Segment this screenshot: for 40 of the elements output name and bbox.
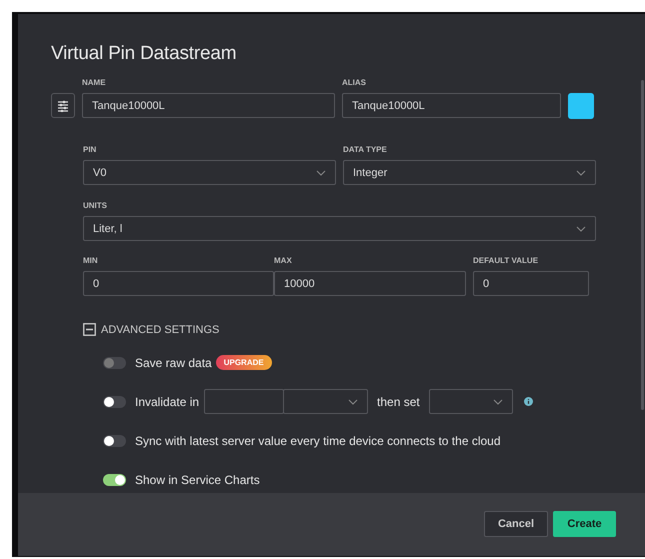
option-label: then set xyxy=(377,394,420,408)
cancel-button[interactable]: Cancel xyxy=(484,510,548,536)
toggle-switch[interactable] xyxy=(103,434,126,446)
input-field[interactable] xyxy=(204,389,284,414)
dropdown[interactable]: V0 xyxy=(83,160,336,185)
field-label: MIN xyxy=(83,256,99,265)
dropdown[interactable]: Liter, l xyxy=(83,216,596,241)
chevron-down-icon xyxy=(492,398,503,404)
settings-button[interactable] xyxy=(51,93,75,118)
field-label: PIN xyxy=(83,145,98,154)
input-field[interactable]: 0 xyxy=(83,271,274,296)
field-label: DATA TYPE xyxy=(343,145,388,154)
dialog-title: Virtual Pin Datastream xyxy=(51,44,238,64)
field-label: MAX xyxy=(274,256,293,265)
input-field[interactable]: 0 xyxy=(473,271,589,296)
scrollbar[interactable] xyxy=(641,80,644,410)
info-icon[interactable] xyxy=(524,397,533,406)
color-swatch[interactable] xyxy=(568,93,594,119)
section-label: ADVANCED SETTINGS xyxy=(101,324,220,336)
toggle-switch[interactable] xyxy=(103,474,126,486)
option-label: Show in Service Charts xyxy=(135,472,260,486)
option-label: Invalidate in xyxy=(135,394,200,408)
chevron-down-icon xyxy=(316,170,326,176)
chevron-down-icon xyxy=(348,398,358,404)
field-label: DEFAULT VALUE xyxy=(473,256,540,265)
collapse-icon[interactable] xyxy=(83,323,96,336)
chevron-down-icon xyxy=(576,226,586,232)
input-field[interactable]: Tanque10000L xyxy=(82,93,335,118)
field-label: ALIAS xyxy=(342,78,367,87)
create-button[interactable]: Create xyxy=(553,510,616,536)
chevron-down-icon xyxy=(576,170,586,176)
sliders-icon xyxy=(57,100,69,112)
input-field[interactable]: Tanque10000L xyxy=(342,93,561,118)
dropdown[interactable]: Integer xyxy=(343,160,596,185)
option-label: Save raw data xyxy=(135,356,212,370)
field-label: NAME xyxy=(82,78,107,87)
option-label: Sync with latest server value every time device connects to the cloud xyxy=(135,434,501,448)
field-label: UNITS xyxy=(83,201,108,210)
input-field[interactable]: 10000 xyxy=(274,271,466,296)
toggle-switch[interactable] xyxy=(103,396,126,408)
